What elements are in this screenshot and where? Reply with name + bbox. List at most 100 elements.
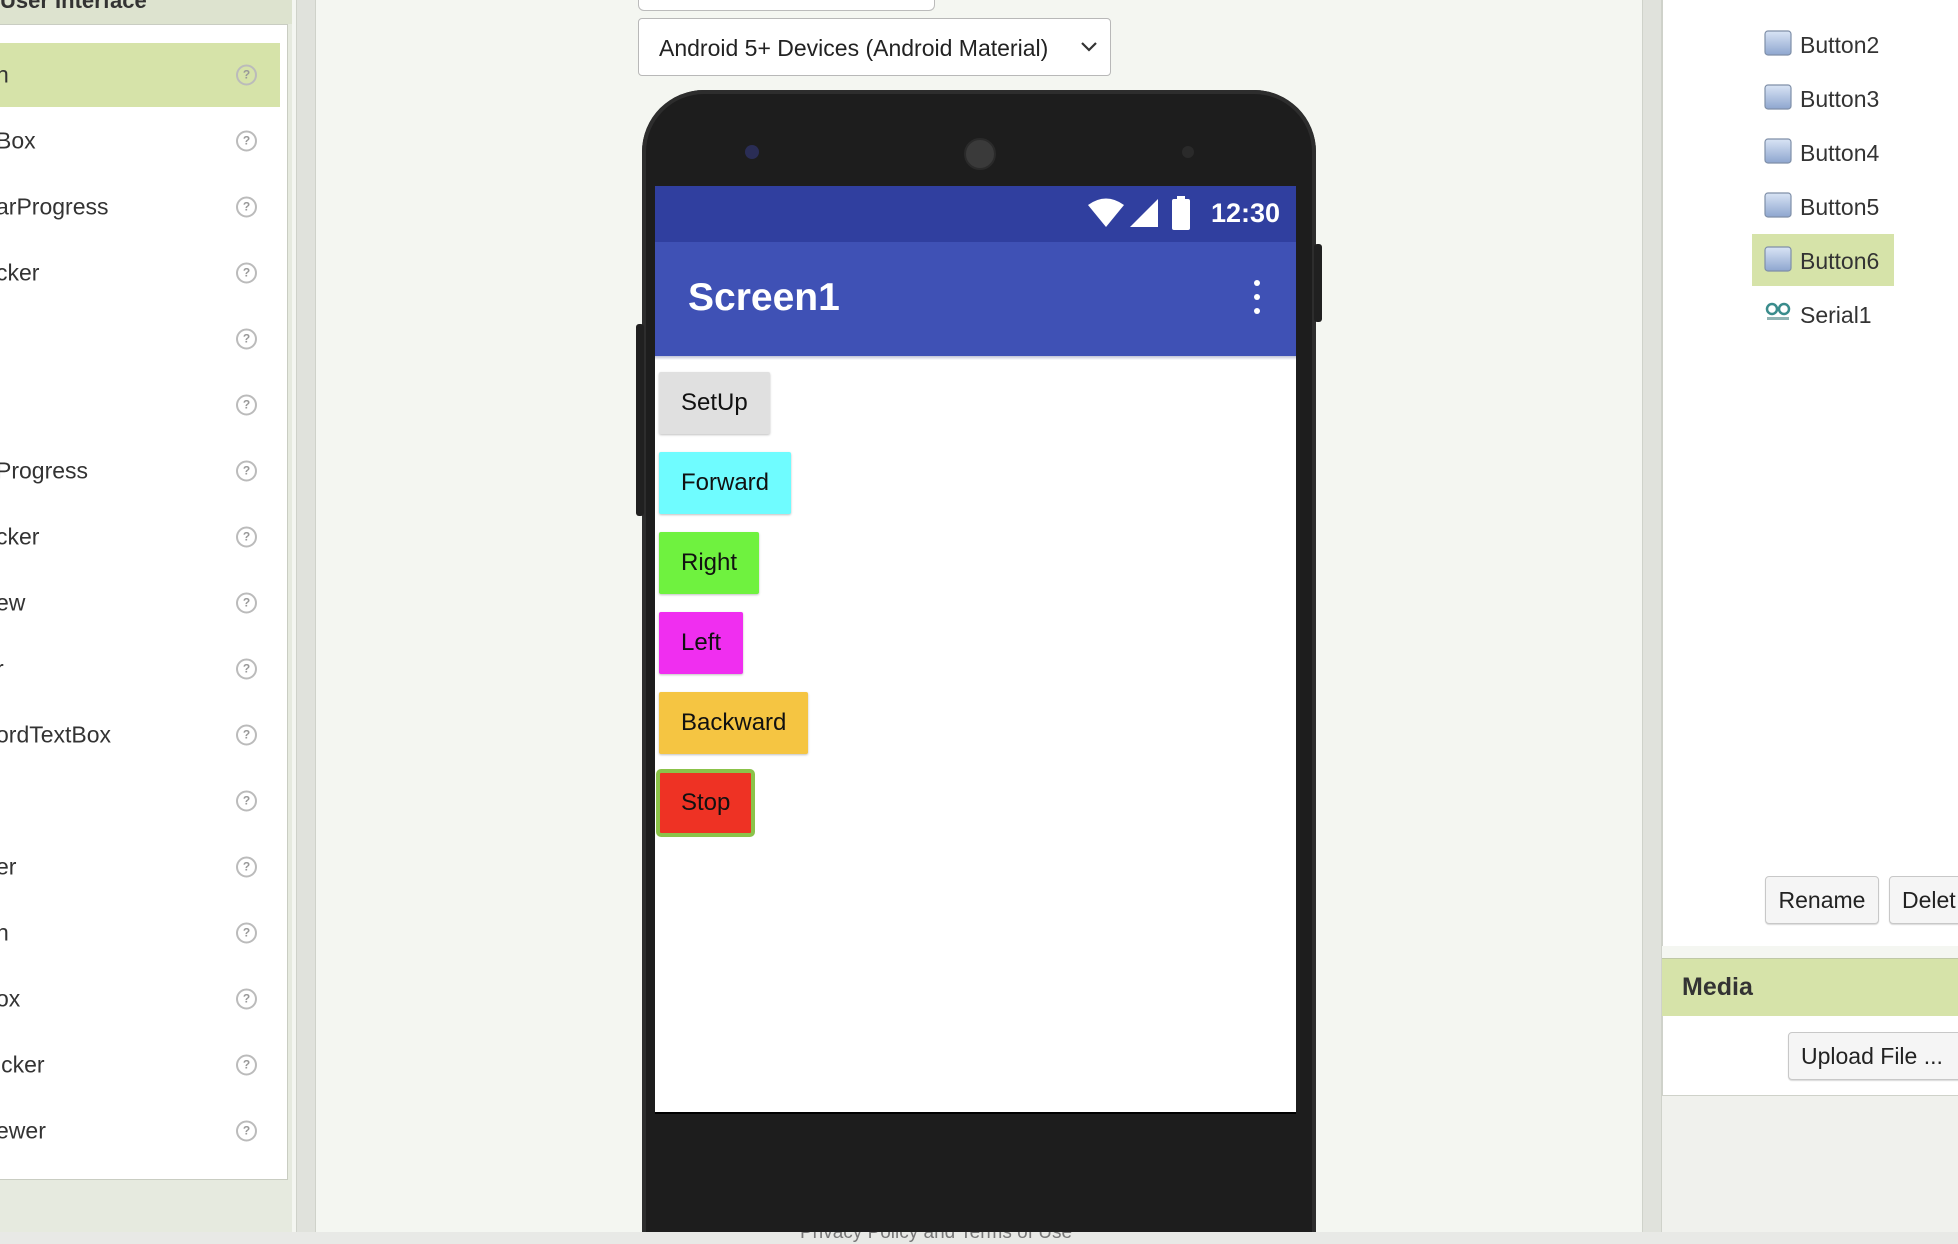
screen-select[interactable] xyxy=(638,0,935,11)
component-tree-label: Button6 xyxy=(1800,248,1880,274)
help-icon[interactable]: ? xyxy=(236,592,257,614)
palette-item[interactable]: ox? xyxy=(0,967,280,1031)
component-tree-label: Button4 xyxy=(1800,140,1880,166)
palette-item-label: n xyxy=(0,62,9,89)
app-bar: Screen1 xyxy=(655,242,1296,356)
chevron-down-icon xyxy=(1081,42,1097,52)
palette-item-label: ewer xyxy=(0,1117,46,1144)
palette-item[interactable]: n? xyxy=(0,901,280,965)
component-tree-label: Button2 xyxy=(1800,32,1880,58)
battery-icon xyxy=(1172,196,1190,230)
app-button-backward[interactable]: Backward xyxy=(659,692,809,754)
status-bar: 12:30 xyxy=(655,186,1296,242)
help-icon[interactable]: ? xyxy=(236,526,257,548)
help-icon[interactable]: ? xyxy=(236,856,257,878)
help-icon[interactable]: ? xyxy=(236,790,257,812)
component-tree-item[interactable]: Button4 xyxy=(1752,126,1902,178)
rename-button[interactable]: Rename xyxy=(1765,876,1879,924)
palette-item[interactable]: ? xyxy=(0,769,280,833)
palette-item-label: Progress xyxy=(0,457,89,484)
right-splitter[interactable] xyxy=(1642,0,1662,1232)
device-select-value: Android 5+ Devices (Android Material) xyxy=(659,35,1049,61)
button-icon xyxy=(1764,84,1792,110)
app-screen: 12:30 Screen1 SetUp Forward Right Left Backw… xyxy=(655,186,1296,1114)
palette-item-label: cker xyxy=(0,259,40,286)
palette-item[interactable]: ordTextBox? xyxy=(0,703,280,767)
help-icon[interactable]: ? xyxy=(236,658,257,680)
palette-item[interactable]: cker? xyxy=(0,241,280,305)
delete-button[interactable]: Delet xyxy=(1889,876,1958,924)
palette-item[interactable]: ewer? xyxy=(0,1099,280,1163)
component-tree-label: Serial1 xyxy=(1800,302,1872,328)
component-tree-item[interactable]: Button5 xyxy=(1752,180,1902,232)
palette-item[interactable]: Progress? xyxy=(0,439,280,503)
palette-item[interactable]: arProgress? xyxy=(0,175,280,239)
screen-title: Screen1 xyxy=(688,276,840,319)
component-tree-item[interactable]: Button2 xyxy=(1752,18,1902,70)
phone-side-button-right xyxy=(1314,244,1322,322)
navigation-bar xyxy=(655,1112,1296,1114)
help-icon[interactable]: ? xyxy=(236,922,257,944)
help-icon[interactable]: ? xyxy=(236,1054,257,1076)
app-button-forward[interactable]: Forward xyxy=(659,452,792,514)
upload-file-button[interactable]: Upload File ... xyxy=(1788,1032,1958,1080)
media-header: Media xyxy=(1662,958,1958,1016)
palette-header-label: User Interface xyxy=(0,0,147,13)
palette-item-label: cker xyxy=(0,523,40,550)
palette-item-label: icker xyxy=(0,1051,45,1078)
palette-item[interactable]: ? xyxy=(0,373,280,437)
palette-item-label: arProgress xyxy=(0,193,109,220)
help-icon[interactable]: ? xyxy=(236,196,257,218)
wifi-icon xyxy=(1088,198,1124,227)
palette-item[interactable]: cker? xyxy=(0,505,280,569)
component-tree-item[interactable]: Button6 xyxy=(1752,234,1894,286)
media-title: Media xyxy=(1682,973,1753,1001)
palette-item[interactable]: r? xyxy=(0,637,280,701)
help-icon[interactable]: ? xyxy=(236,64,257,86)
palette-item-label: r xyxy=(0,656,4,683)
component-tree-label: Button3 xyxy=(1800,86,1880,112)
palette-item[interactable]: ? xyxy=(0,307,280,371)
app-button-right[interactable]: Right xyxy=(659,532,760,594)
component-tree-item[interactable]: Button3 xyxy=(1752,72,1902,124)
palette-list: n?Box?arProgress?cker???Progress?cker?ew… xyxy=(0,24,288,1180)
help-icon[interactable]: ? xyxy=(236,130,257,152)
component-tree-label: Button5 xyxy=(1800,194,1880,220)
app-button-setup[interactable]: SetUp xyxy=(659,372,770,434)
device-select[interactable]: Android 5+ Devices (Android Material) xyxy=(638,18,1111,76)
app-bar-shadow xyxy=(655,356,1296,360)
serial-icon xyxy=(1765,302,1791,320)
palette-item[interactable]: n? xyxy=(0,43,280,107)
help-icon[interactable]: ? xyxy=(236,262,257,284)
sensor xyxy=(1182,146,1194,158)
app-button-left[interactable]: Left xyxy=(659,612,744,674)
left-splitter[interactable] xyxy=(296,0,316,1232)
button-icon xyxy=(1764,246,1792,272)
app-button-stop[interactable]: Stop xyxy=(655,769,756,837)
status-time: 12:30 xyxy=(1210,198,1280,228)
overflow-menu-icon[interactable] xyxy=(1253,280,1261,316)
help-icon[interactable]: ? xyxy=(236,328,257,350)
speaker xyxy=(964,138,996,170)
palette-item[interactable]: er? xyxy=(0,835,280,899)
palette-item-label: er xyxy=(0,853,17,880)
help-icon[interactable]: ? xyxy=(236,724,257,746)
footer: Privacy Policy and Terms of Use xyxy=(0,1232,1958,1244)
phone-side-button-left xyxy=(636,324,644,516)
component-tree-item[interactable]: Serial1 xyxy=(1752,288,1902,340)
panel-background xyxy=(1662,1096,1958,1232)
palette-item[interactable]: icker? xyxy=(0,1033,280,1097)
help-icon[interactable]: ? xyxy=(236,988,257,1010)
palette-item[interactable]: Box? xyxy=(0,109,280,173)
footer-link[interactable]: Privacy Policy and Terms of Use xyxy=(800,1232,1072,1244)
palette-item-label: ox xyxy=(0,985,21,1012)
help-icon[interactable]: ? xyxy=(236,394,257,416)
palette-item[interactable]: ew? xyxy=(0,571,280,635)
button-icon xyxy=(1764,192,1792,218)
button-icon xyxy=(1764,138,1792,164)
help-icon[interactable]: ? xyxy=(236,1120,257,1142)
palette-item-label: n xyxy=(0,920,9,947)
help-icon[interactable]: ? xyxy=(236,460,257,482)
palette-item-label: ordTextBox xyxy=(0,721,112,748)
front-camera xyxy=(745,145,759,159)
